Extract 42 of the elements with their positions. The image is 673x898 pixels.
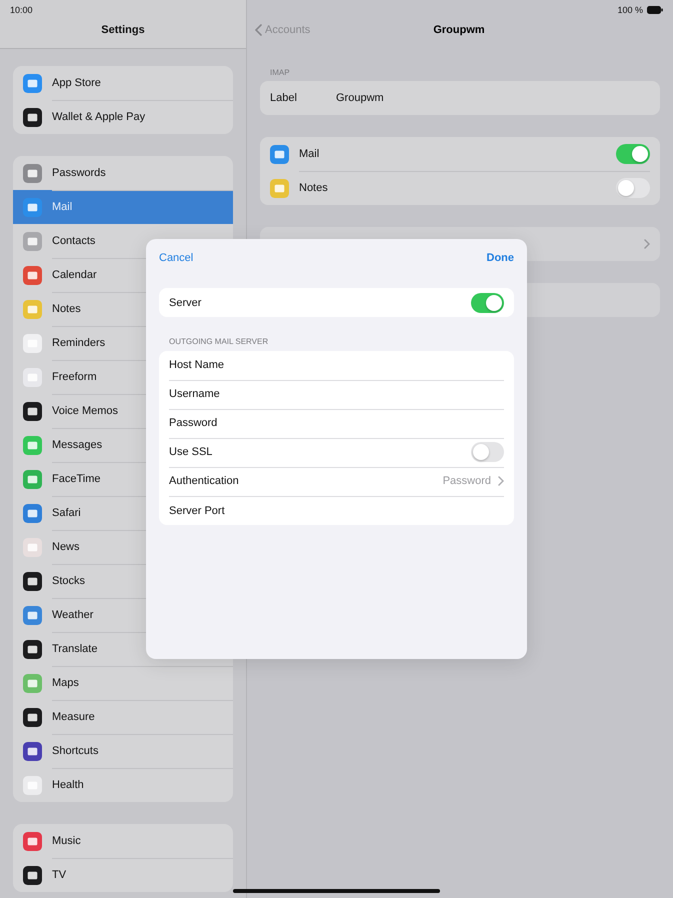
- battery-percent: 100 %: [617, 4, 643, 14]
- row-label: Server Port: [169, 504, 225, 516]
- sidebar-item[interactable]: Measure: [13, 700, 233, 734]
- page-title: Groupwm: [433, 24, 485, 36]
- sidebar-item[interactable]: Health: [13, 768, 233, 802]
- toggle-switch[interactable]: [616, 144, 650, 164]
- cancel-button[interactable]: Cancel: [159, 252, 194, 264]
- settings-row[interactable]: Use SSL: [159, 438, 514, 467]
- row-label: Username: [169, 388, 220, 400]
- settings-row[interactable]: Username: [159, 380, 514, 409]
- sidebar-item[interactable]: TV: [13, 858, 233, 892]
- app-label: Mail: [299, 148, 320, 160]
- sidebar-item[interactable]: Wallet & Apple Pay: [13, 100, 233, 134]
- row-label: Authentication: [169, 475, 239, 487]
- battery-icon: [647, 6, 663, 14]
- chevron-icon: [498, 476, 504, 486]
- done-button[interactable]: Done: [486, 252, 514, 264]
- chevron-icon: [644, 239, 650, 249]
- sidebar-item[interactable]: Maps: [13, 666, 233, 700]
- sidebar-title: Settings: [101, 24, 145, 36]
- row-label: Use SSL: [169, 446, 212, 458]
- toggle-switch[interactable]: [471, 292, 504, 312]
- app-label: Notes: [299, 182, 328, 194]
- row-label: Host Name: [169, 359, 224, 371]
- toggle-switch[interactable]: [471, 442, 504, 462]
- settings-row[interactable]: Authentication Password: [159, 467, 514, 496]
- status-time: 10:00: [10, 4, 33, 14]
- settings-row[interactable]: Server Port: [159, 496, 514, 525]
- sidebar-item[interactable]: Music: [13, 824, 233, 858]
- settings-row[interactable]: Host Name: [159, 351, 514, 380]
- section-label: IMAP: [269, 68, 291, 77]
- label-value: Groupwm: [336, 92, 384, 104]
- row-value: Password: [442, 475, 491, 487]
- row-label: Password: [169, 417, 218, 429]
- row-label: Server: [169, 296, 202, 308]
- sidebar-item[interactable]: Shortcuts: [13, 734, 233, 768]
- toggle-switch[interactable]: [616, 178, 650, 198]
- label-caption: Label: [270, 92, 298, 104]
- settings-row[interactable]: Password: [159, 409, 514, 438]
- back-chevron-icon: [255, 24, 262, 36]
- section-label: OUTGOING MAIL SERVER: [168, 337, 270, 346]
- sidebar-item[interactable]: App Store: [13, 66, 233, 100]
